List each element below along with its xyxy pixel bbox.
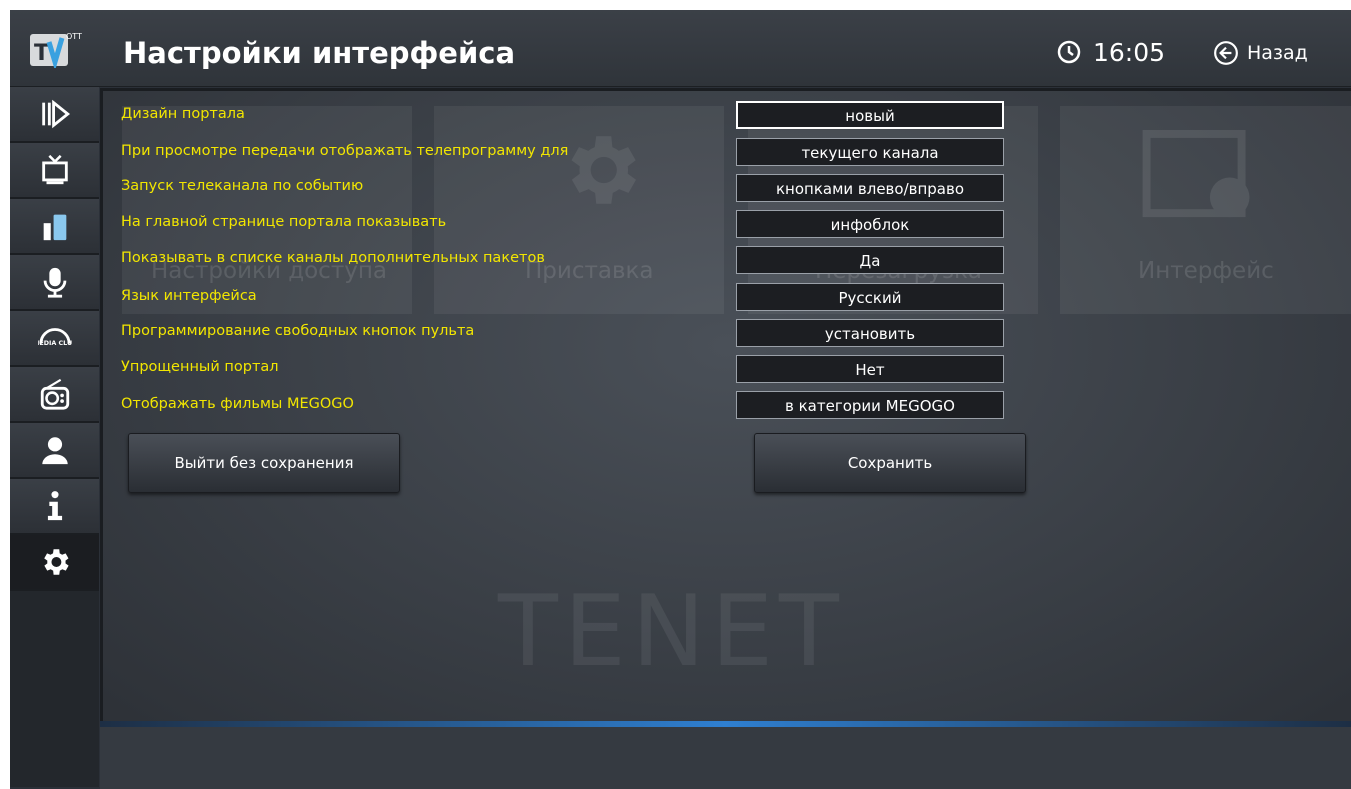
- exit-without-saving-button[interactable]: Выйти без сохранения: [128, 433, 400, 493]
- clock-time: 16:05: [1093, 38, 1166, 67]
- setting-label: При просмотре передачи отображать телепр…: [121, 143, 569, 159]
- user-icon: [41, 437, 68, 465]
- sidebar-item-play[interactable]: [10, 87, 99, 143]
- setting-label: Запуск телеканала по событию: [121, 178, 364, 194]
- tenet-watermark: TENET: [498, 575, 845, 689]
- setting-value-language[interactable]: Русский: [736, 283, 1004, 311]
- gear-watermark-icon: [571, 136, 636, 204]
- tv-icon: [41, 154, 68, 185]
- setting-value-extra-packages[interactable]: Да: [736, 246, 1004, 274]
- logo-sup: OTT: [66, 32, 82, 41]
- clock-icon: [1057, 40, 1081, 64]
- setting-value-channel-launch[interactable]: кнопками влево/вправо: [736, 174, 1004, 202]
- sidebar-item-media-club[interactable]: MEDIA CLUB: [10, 311, 99, 367]
- svg-text:MEDIA CLUB: MEDIA CLUB: [38, 339, 72, 347]
- setting-value-epg[interactable]: текущего канала: [736, 138, 1004, 166]
- sidebar-item-info[interactable]: [10, 479, 99, 535]
- interface-watermark-icon: [1142, 130, 1250, 218]
- microphone-icon: [43, 267, 66, 298]
- sidebar: MEDIA CLUB: [10, 87, 99, 787]
- play-icon: [41, 99, 70, 129]
- back-arrow-icon: [1214, 41, 1238, 65]
- back-label: Назад: [1247, 42, 1308, 64]
- sidebar-item-radio[interactable]: [10, 367, 99, 423]
- sidebar-item-user[interactable]: [10, 423, 99, 479]
- page-title: Настройки интерфейса: [123, 36, 516, 70]
- bottom-strip: [100, 727, 1351, 789]
- setting-label: На главной странице портала показывать: [121, 214, 447, 230]
- bg-tile-label: Интерфейс: [1138, 258, 1274, 284]
- gear-icon: [43, 549, 69, 575]
- radio-icon: [40, 378, 69, 410]
- sidebar-item-phone[interactable]: [10, 199, 99, 255]
- sidebar-item-settings[interactable]: [10, 535, 99, 591]
- setting-value-simple-portal[interactable]: Нет: [736, 355, 1004, 383]
- setting-value-megogo[interactable]: в категории MEGOGO: [736, 391, 1004, 419]
- setting-value-remote-buttons[interactable]: установить: [736, 319, 1004, 347]
- save-button[interactable]: Сохранить: [754, 433, 1026, 493]
- header-bar: T OTT Настройки интерфейса 16:05 Назад: [10, 10, 1351, 87]
- back-button[interactable]: Назад: [1213, 38, 1308, 68]
- setting-value-home-page[interactable]: инфоблок: [736, 210, 1004, 238]
- tv-screen: Настройки доступа Приставка Перезагрузка…: [10, 10, 1351, 789]
- media-club-icon: MEDIA CLUB: [38, 328, 72, 347]
- tv-ott-logo: T OTT: [30, 30, 82, 71]
- setting-label: Отображать фильмы MEGOGO: [121, 396, 354, 412]
- setting-label: Упрощенный портал: [121, 359, 279, 375]
- setting-label: Программирование свободных кнопок пульта: [121, 323, 475, 339]
- setting-label: Дизайн портала: [121, 106, 245, 122]
- setting-label: Показывать в списке каналы дополнительны…: [121, 250, 545, 266]
- phone-icon: [43, 214, 66, 241]
- sidebar-item-microphone[interactable]: [10, 255, 99, 311]
- setting-label: Язык интерфейса: [121, 288, 257, 304]
- setting-value-design[interactable]: новый: [736, 101, 1004, 129]
- svg-text:T: T: [34, 41, 49, 66]
- info-icon: [47, 491, 62, 521]
- sidebar-item-tv[interactable]: [10, 143, 99, 199]
